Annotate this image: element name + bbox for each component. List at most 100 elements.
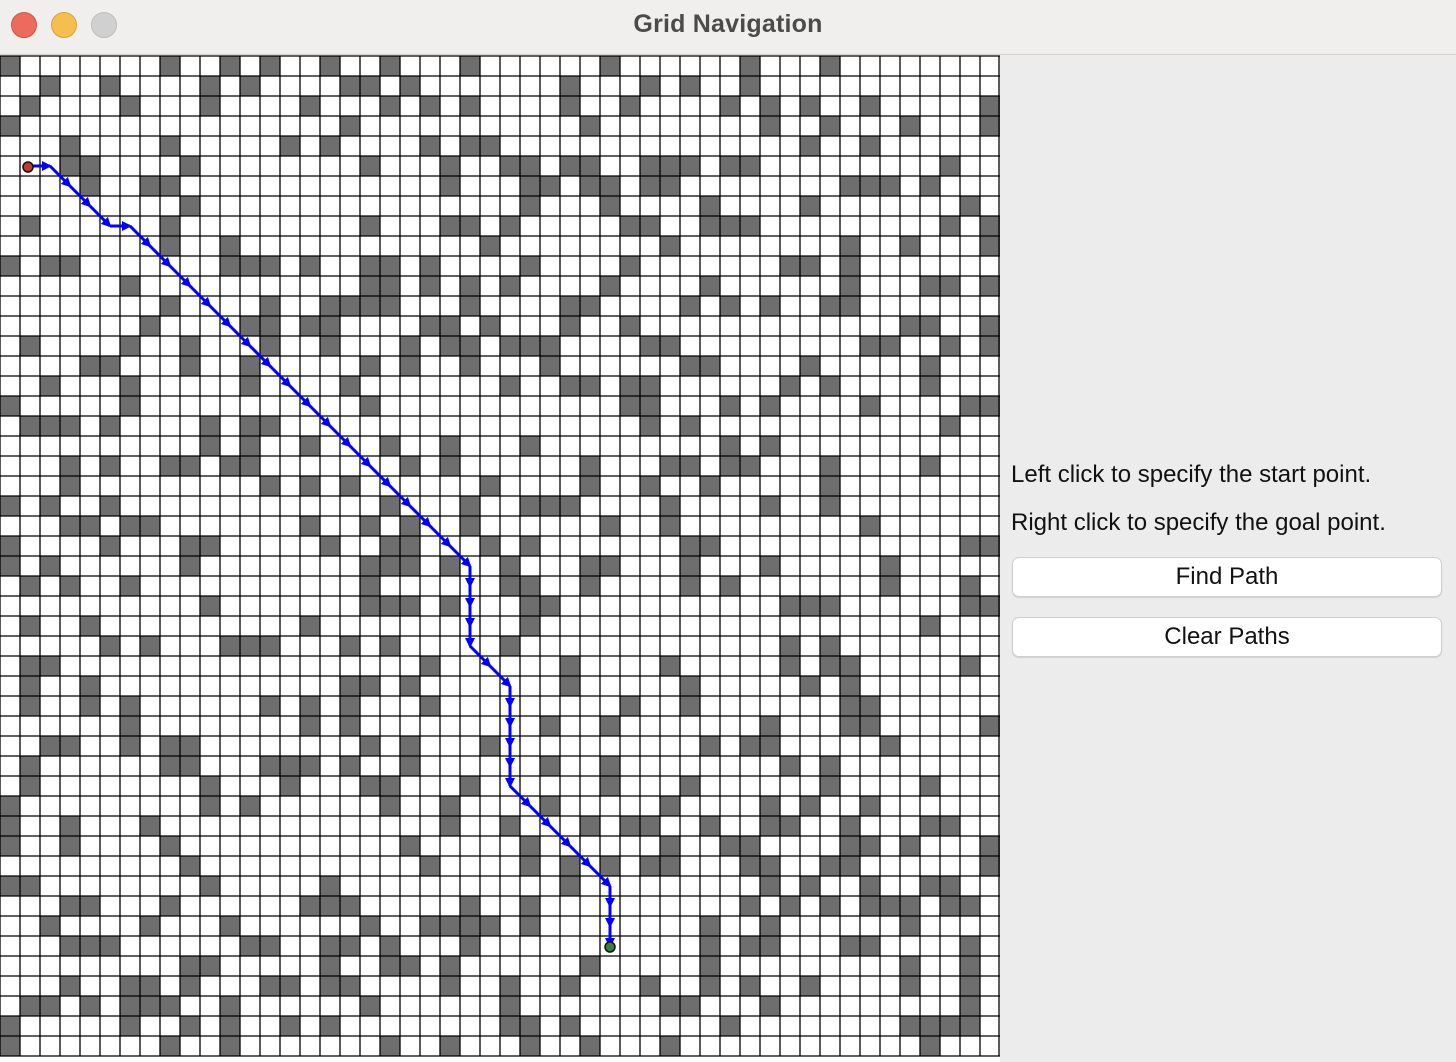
obstacle-cell[interactable]: [920, 276, 940, 296]
obstacle-cell[interactable]: [20, 416, 40, 436]
obstacle-cell[interactable]: [900, 976, 920, 996]
obstacle-cell[interactable]: [520, 156, 540, 176]
obstacle-cell[interactable]: [740, 736, 760, 756]
obstacle-cell[interactable]: [360, 676, 380, 696]
obstacle-cell[interactable]: [240, 256, 260, 276]
obstacle-cell[interactable]: [100, 496, 120, 516]
obstacle-cell[interactable]: [880, 896, 900, 916]
obstacle-cell[interactable]: [640, 856, 660, 876]
obstacle-cell[interactable]: [460, 136, 480, 156]
obstacle-cell[interactable]: [980, 216, 1000, 236]
obstacle-cell[interactable]: [960, 1016, 980, 1036]
obstacle-cell[interactable]: [340, 976, 360, 996]
obstacle-cell[interactable]: [420, 96, 440, 116]
obstacle-cell[interactable]: [580, 576, 600, 596]
obstacle-cell[interactable]: [240, 76, 260, 96]
obstacle-cell[interactable]: [940, 216, 960, 236]
obstacle-cell[interactable]: [140, 316, 160, 336]
obstacle-cell[interactable]: [260, 936, 280, 956]
obstacle-cell[interactable]: [60, 136, 80, 156]
obstacle-cell[interactable]: [760, 916, 780, 936]
obstacle-cell[interactable]: [380, 256, 400, 276]
obstacle-cell[interactable]: [920, 376, 940, 396]
obstacle-cell[interactable]: [620, 696, 640, 716]
obstacle-cell[interactable]: [660, 856, 680, 876]
obstacle-cell[interactable]: [640, 176, 660, 196]
obstacle-cell[interactable]: [160, 736, 180, 756]
obstacle-cell[interactable]: [480, 916, 500, 936]
obstacle-cell[interactable]: [460, 296, 480, 316]
obstacle-cell[interactable]: [820, 756, 840, 776]
obstacle-cell[interactable]: [740, 76, 760, 96]
obstacle-cell[interactable]: [860, 516, 880, 536]
obstacle-cell[interactable]: [300, 476, 320, 496]
obstacle-cell[interactable]: [420, 316, 440, 336]
obstacle-cell[interactable]: [600, 276, 620, 296]
obstacle-cell[interactable]: [960, 896, 980, 916]
obstacle-cell[interactable]: [960, 576, 980, 596]
obstacle-cell[interactable]: [40, 256, 60, 276]
obstacle-cell[interactable]: [160, 456, 180, 476]
obstacle-cell[interactable]: [960, 536, 980, 556]
obstacle-cell[interactable]: [400, 556, 420, 576]
obstacle-cell[interactable]: [680, 76, 700, 96]
obstacle-cell[interactable]: [300, 896, 320, 916]
obstacle-cell[interactable]: [340, 296, 360, 316]
obstacle-cell[interactable]: [680, 556, 700, 576]
obstacle-cell[interactable]: [720, 296, 740, 316]
obstacle-cell[interactable]: [220, 1036, 240, 1056]
obstacle-cell[interactable]: [560, 296, 580, 316]
obstacle-cell[interactable]: [920, 176, 940, 196]
obstacle-cell[interactable]: [400, 596, 420, 616]
obstacle-cell[interactable]: [220, 236, 240, 256]
obstacle-cell[interactable]: [500, 216, 520, 236]
grid-canvas[interactable]: [0, 55, 1000, 1062]
obstacle-cell[interactable]: [360, 916, 380, 936]
obstacle-cell[interactable]: [760, 116, 780, 136]
obstacle-cell[interactable]: [440, 216, 460, 236]
obstacle-cell[interactable]: [20, 696, 40, 716]
obstacle-cell[interactable]: [0, 56, 20, 76]
obstacle-cell[interactable]: [320, 936, 340, 956]
obstacle-cell[interactable]: [980, 116, 1000, 136]
obstacle-cell[interactable]: [840, 676, 860, 696]
obstacle-cell[interactable]: [800, 796, 820, 816]
obstacle-cell[interactable]: [520, 256, 540, 276]
obstacle-cell[interactable]: [740, 896, 760, 916]
obstacle-cell[interactable]: [80, 896, 100, 916]
obstacle-cell[interactable]: [760, 436, 780, 456]
obstacle-cell[interactable]: [380, 776, 400, 796]
obstacle-cell[interactable]: [860, 836, 880, 856]
obstacle-cell[interactable]: [360, 396, 380, 416]
obstacle-cell[interactable]: [480, 476, 500, 496]
obstacle-cell[interactable]: [700, 956, 720, 976]
obstacle-cell[interactable]: [440, 176, 460, 196]
obstacle-cell[interactable]: [120, 576, 140, 596]
obstacle-cell[interactable]: [300, 616, 320, 636]
obstacle-cell[interactable]: [560, 656, 580, 676]
obstacle-cell[interactable]: [960, 396, 980, 416]
obstacle-cell[interactable]: [620, 316, 640, 336]
obstacle-cell[interactable]: [240, 316, 260, 336]
obstacle-cell[interactable]: [220, 636, 240, 656]
obstacle-cell[interactable]: [400, 456, 420, 476]
obstacle-cell[interactable]: [580, 1036, 600, 1056]
obstacle-cell[interactable]: [540, 796, 560, 816]
obstacle-cell[interactable]: [320, 956, 340, 976]
obstacle-cell[interactable]: [860, 716, 880, 736]
obstacle-cell[interactable]: [300, 96, 320, 116]
obstacle-cell[interactable]: [320, 136, 340, 156]
obstacle-cell[interactable]: [340, 476, 360, 496]
obstacle-cell[interactable]: [180, 456, 200, 476]
obstacle-cell[interactable]: [440, 976, 460, 996]
obstacle-cell[interactable]: [540, 496, 560, 516]
obstacle-cell[interactable]: [720, 1016, 740, 1036]
obstacle-cell[interactable]: [440, 796, 460, 816]
obstacle-cell[interactable]: [600, 856, 620, 876]
obstacle-cell[interactable]: [300, 516, 320, 536]
obstacle-cell[interactable]: [40, 916, 60, 936]
obstacle-cell[interactable]: [740, 56, 760, 76]
obstacle-cell[interactable]: [340, 676, 360, 696]
obstacle-cell[interactable]: [620, 216, 640, 236]
obstacle-cell[interactable]: [260, 56, 280, 76]
